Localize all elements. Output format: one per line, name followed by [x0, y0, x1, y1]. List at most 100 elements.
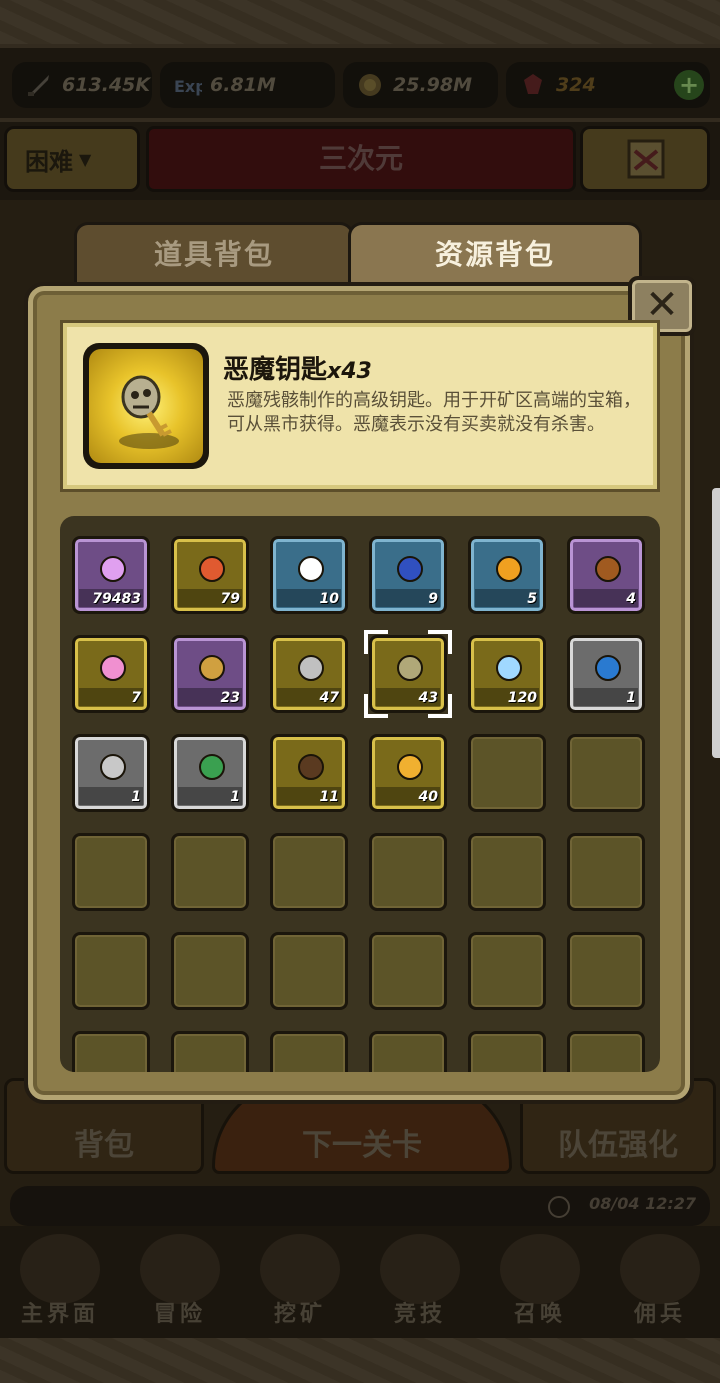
slot-quantity: 40 — [418, 789, 438, 805]
slot-quantity: 47 — [319, 690, 339, 706]
nav-mercenary-label: 佣兵 — [633, 1302, 686, 1327]
nav-arena-label: 竞技 — [393, 1302, 446, 1327]
inventory-slot-empty[interactable] — [567, 932, 645, 1010]
attack-counter: 613.45K — [12, 62, 152, 108]
inventory-slot-cross[interactable]: 10 — [270, 536, 348, 614]
inventory-slot-silver-ore[interactable]: 1 — [72, 734, 150, 812]
slot-quantity: 23 — [220, 690, 240, 706]
scrollbar[interactable] — [712, 488, 720, 758]
inventory-grid: 79483 79 10 9 5 4 7 23 47 43 120 1 1 1 11 40 — [60, 516, 660, 1072]
item-detail-description: 恶魔残骸制作的高级钥匙。用于开矿区高端的宝箱，可从黑市获得。恶魔表示没有买卖就没… — [227, 390, 641, 435]
bottom-navigation: 主界面 冒险 挖矿 竞技 召唤 佣兵 — [0, 1226, 720, 1338]
selection-corner — [428, 630, 452, 654]
slot-quantity: 4 — [626, 591, 636, 607]
nav-summon-label: 召唤 — [513, 1302, 566, 1327]
selection-corner — [364, 694, 388, 718]
silver-key-icon — [298, 655, 324, 681]
inventory-slot-empty[interactable] — [72, 1031, 150, 1072]
inventory-slot-empty[interactable] — [567, 734, 645, 812]
inventory-slot-green-ore[interactable]: 1 — [171, 734, 249, 812]
contract-icon — [620, 1234, 700, 1304]
clock-icon — [548, 1196, 570, 1218]
inventory-slot-empty[interactable] — [171, 1031, 249, 1072]
gold-value: 25.98M — [393, 74, 473, 96]
inventory-slot-empty[interactable] — [72, 833, 150, 911]
crystal-orb-icon — [496, 655, 522, 681]
inventory-slot-empty[interactable] — [468, 734, 546, 812]
inventory-slot-empty[interactable] — [171, 932, 249, 1010]
nav-mining-label: 挖矿 — [273, 1302, 326, 1327]
team-upgrade-label: 队伍强化 — [558, 1128, 678, 1163]
inventory-slot-empty[interactable] — [468, 833, 546, 911]
inventory-slot-empty[interactable] — [171, 833, 249, 911]
inventory-slot-empty[interactable] — [72, 932, 150, 1010]
tab-resources-bag[interactable]: 资源背包 — [348, 222, 642, 290]
exp-icon: Exp — [174, 77, 202, 96]
sword-icon — [28, 75, 49, 96]
gem-counter: 324 + — [506, 62, 710, 108]
inventory-slot-empty[interactable] — [567, 1031, 645, 1072]
inventory-slot-empty[interactable] — [270, 932, 348, 1010]
slot-quantity: 79 — [220, 591, 240, 607]
selection-corner — [364, 630, 388, 654]
slot-quantity: 1 — [626, 690, 636, 706]
inventory-slot-blue-skull-jar[interactable]: 9 — [369, 536, 447, 614]
inventory-slot-gold-egg[interactable]: 5 — [468, 536, 546, 614]
inventory-slot-demon-key[interactable]: 43 — [364, 630, 452, 718]
green-ore-icon — [199, 754, 225, 780]
inventory-slot-potion[interactable]: 7 — [72, 635, 150, 713]
gold-crystal-icon — [397, 754, 423, 780]
nav-adventure: 冒险 — [120, 1226, 240, 1338]
parchment-background-bottom — [0, 1338, 720, 1383]
blue-skull-jar-icon — [397, 556, 423, 582]
inventory-slot-empty[interactable] — [567, 833, 645, 911]
slot-quantity: 9 — [428, 591, 438, 607]
inventory-slot-bat-wings[interactable]: 11 — [270, 734, 348, 812]
slot-quantity: 79483 — [92, 591, 141, 607]
exp-counter: Exp 6.81M — [160, 62, 335, 108]
demon-key-icon — [397, 655, 423, 681]
inventory-slot-blue-stone[interactable]: 1 — [567, 635, 645, 713]
inventory-slot-empty[interactable] — [369, 932, 447, 1010]
inventory-slot-empty[interactable] — [270, 1031, 348, 1072]
inventory-slot-empty[interactable] — [270, 833, 348, 911]
svg-text:Exp: Exp — [174, 77, 202, 96]
inventory-slot-brown-book[interactable]: 4 — [567, 536, 645, 614]
nav-mining: 挖矿 — [240, 1226, 360, 1338]
inventory-slot-gold-crystal[interactable]: 40 — [369, 734, 447, 812]
potion-icon — [100, 655, 126, 681]
difficulty-label: 困难 — [25, 147, 73, 176]
bag-label: 背包 — [74, 1128, 134, 1163]
inventory-slot-silver-key[interactable]: 47 — [270, 635, 348, 713]
island-icon — [140, 1234, 220, 1304]
inventory-slot-empty[interactable] — [468, 932, 546, 1010]
inventory-slot-medal[interactable]: 79 — [171, 536, 249, 614]
nav-adventure-label: 冒险 — [153, 1302, 206, 1327]
inventory-slot-gold-key[interactable]: 23 — [171, 635, 249, 713]
difficulty-dropdown[interactable]: 困难 ▼ — [4, 126, 140, 192]
nav-arena: 竞技 — [360, 1226, 480, 1338]
inventory-slot-empty[interactable] — [468, 1031, 546, 1072]
map-button[interactable] — [580, 126, 710, 192]
resource-hud: 613.45K Exp 6.81M 25.98M 324 + — [0, 44, 720, 122]
slot-quantity: 120 — [507, 690, 537, 706]
scroll-map-icon — [20, 1234, 100, 1304]
inventory-slot-crystal-orb[interactable]: 120 — [468, 635, 546, 713]
nav-main: 主界面 — [0, 1226, 120, 1338]
add-gems-button[interactable]: + — [674, 70, 704, 100]
inventory-slot-empty[interactable] — [369, 833, 447, 911]
tab-items-bag[interactable]: 道具背包 — [74, 222, 354, 290]
nav-mercenary: 佣兵 — [600, 1226, 720, 1338]
inventory-slot-empty[interactable] — [369, 1031, 447, 1072]
clock-time: 08/04 12:27 — [589, 1194, 696, 1213]
slot-quantity: 7 — [131, 690, 141, 706]
item-detail-image — [89, 349, 203, 463]
medal-icon — [199, 556, 225, 582]
parchment-background-top — [0, 0, 720, 44]
item-detail-quantity: x43 — [327, 359, 372, 384]
exp-value: 6.81M — [210, 74, 276, 96]
inventory-slot-purple-gem[interactable]: 79483 — [72, 536, 150, 614]
crossed-swords-icon — [380, 1234, 460, 1304]
cross-icon — [298, 556, 324, 582]
slot-quantity: 1 — [230, 789, 240, 805]
